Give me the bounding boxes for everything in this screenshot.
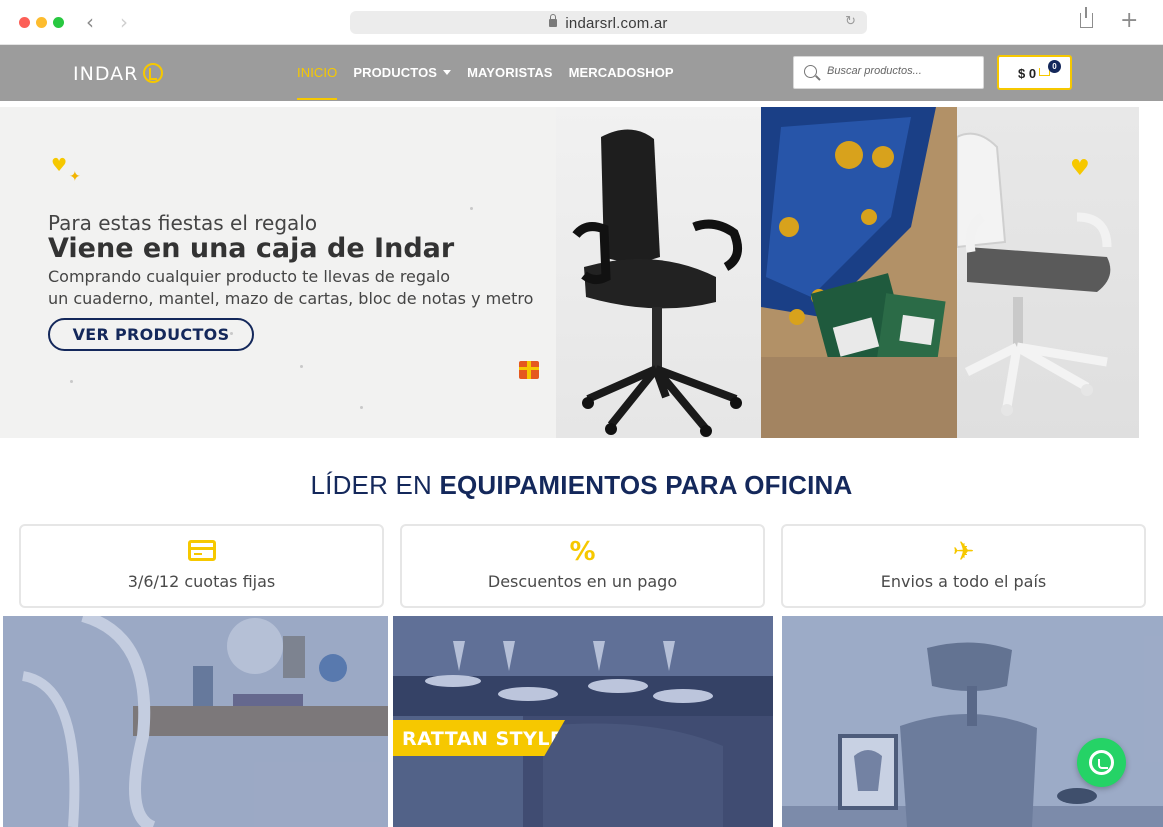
white-office-chair-photo: ♥	[957, 107, 1139, 438]
gift-icon	[519, 361, 539, 379]
logo-text: INDAR	[73, 63, 139, 85]
cart-button[interactable]: $ 0 0	[997, 55, 1072, 90]
chevron-down-icon	[443, 70, 452, 75]
ver-productos-button[interactable]: VER PRODUCTOS	[48, 318, 254, 351]
nav-productos-label: PRODUCTOS	[353, 65, 438, 80]
sparkle-icon: ✦	[69, 169, 81, 185]
category-tile-rattan[interactable]: RATTAN STYLE	[393, 616, 773, 827]
reload-icon[interactable]: ↻	[845, 14, 856, 29]
site-header: INDAR INICIO PRODUCTOS MAYORISTAS MERCAD…	[0, 45, 1163, 101]
nav-inicio[interactable]: INICIO	[297, 65, 338, 100]
hero-description-line1: Comprando cualquier producto te llevas d…	[48, 267, 451, 286]
tree-and-box-illustration	[761, 107, 957, 438]
paper-speck	[470, 207, 473, 210]
feature-label: Envios a todo el país	[880, 572, 1047, 591]
section-title-bold: EQUIPAMIENTOS PARA OFICINA	[439, 470, 853, 500]
feature-card-descuentos: % Descuentos en un pago	[400, 524, 765, 608]
search-input[interactable]	[827, 65, 977, 77]
plane-icon: ✈	[952, 537, 975, 567]
maximize-window-button[interactable]	[53, 17, 64, 28]
new-tab-icon[interactable]: +	[1120, 8, 1138, 33]
credit-card-icon	[187, 540, 216, 561]
cart-count-badge: 0	[1048, 60, 1061, 73]
heart-icon: ♥	[51, 155, 68, 176]
back-arrow-icon[interactable]: ‹	[86, 11, 94, 33]
forward-arrow-icon[interactable]: ›	[120, 11, 128, 33]
hero-text-panel: ♥ ✦ Para estas fiestas el regalo Viene e…	[0, 107, 556, 438]
share-icon[interactable]	[1080, 7, 1093, 28]
hero-subtitle: Para estas fiestas el regalo	[48, 211, 318, 235]
search-box	[793, 56, 984, 89]
white-chair-illustration	[957, 132, 1112, 416]
feature-label: Descuentos en un pago	[487, 572, 678, 591]
main-nav: INICIO PRODUCTOS MAYORISTAS MERCADOSHOP	[297, 65, 690, 100]
close-window-button[interactable]	[19, 17, 30, 28]
address-bar[interactable]: indarsrl.com.ar ↻	[350, 11, 867, 34]
rattan-style-label: RATTAN STYLE	[402, 728, 564, 750]
feature-label: 3/6/12 cuotas fijas	[127, 572, 276, 591]
hero-banner: ♥ ✦ Para estas fiestas el regalo Viene e…	[0, 107, 1139, 438]
lock-icon	[549, 14, 558, 27]
category-tile-desk[interactable]	[3, 616, 388, 827]
paper-speck	[70, 380, 73, 383]
hero-title: Viene en una caja de Indar	[48, 233, 455, 264]
feature-card-envios: ✈ Envios a todo el país	[781, 524, 1146, 608]
minimize-window-button[interactable]	[36, 17, 47, 28]
black-office-chair-photo	[556, 107, 761, 438]
heart-icon: ♥	[1070, 156, 1090, 181]
hero-description-line2: un cuaderno, mantel, mazo de cartas, blo…	[48, 289, 534, 308]
cart-total: $ 0	[1018, 66, 1037, 81]
feature-card-cuotas: 3/6/12 cuotas fijas	[19, 524, 384, 608]
category-tile-chair[interactable]	[782, 616, 1163, 827]
whatsapp-chat-button[interactable]	[1077, 738, 1126, 787]
desk-scene-illustration	[3, 616, 388, 827]
christmas-gift-box-photo	[761, 107, 957, 438]
section-title: LÍDER EN EQUIPAMIENTOS PARA OFICINA	[0, 470, 1163, 501]
logo-mark-icon	[143, 63, 164, 83]
site-logo[interactable]: INDAR	[73, 63, 164, 85]
black-chair-illustration	[572, 129, 743, 437]
nav-mayoristas[interactable]: MAYORISTAS	[467, 65, 553, 80]
url-text: indarsrl.com.ar	[565, 15, 668, 32]
paper-speck	[360, 406, 363, 409]
browser-toolbar: ‹ › indarsrl.com.ar ↻ +	[0, 0, 1163, 45]
mesh-chair-illustration	[782, 616, 1163, 827]
section-title-light: LÍDER EN	[310, 470, 440, 500]
nav-productos[interactable]: PRODUCTOS	[353, 65, 452, 80]
whatsapp-icon	[1089, 750, 1114, 775]
search-icon[interactable]	[804, 65, 817, 78]
nav-mercadoshop[interactable]: MERCADOSHOP	[569, 65, 674, 80]
rattan-style-badge: RATTAN STYLE	[393, 720, 565, 756]
percent-icon: %	[569, 537, 596, 567]
paper-speck	[300, 365, 303, 368]
